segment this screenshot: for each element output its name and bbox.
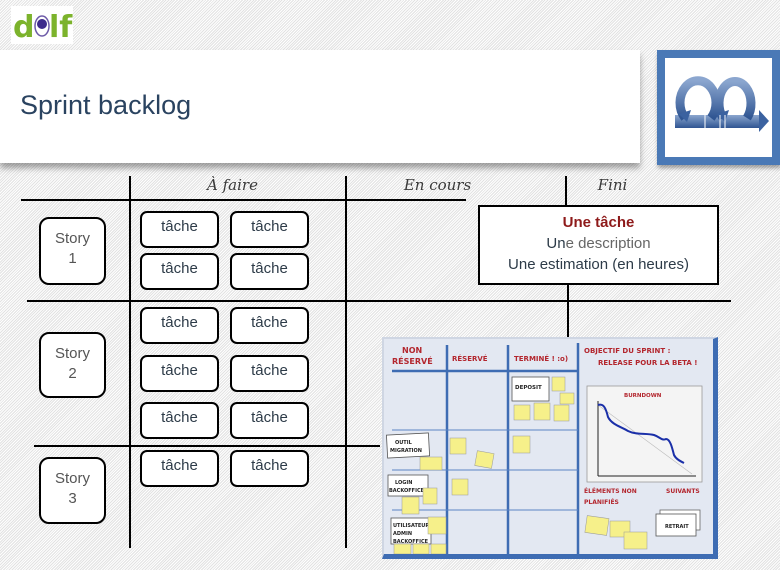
svg-text:ADMIN: ADMIN xyxy=(393,531,412,537)
row-divider-1 xyxy=(27,300,731,302)
story-label: Story xyxy=(54,470,90,487)
column-divider-3-top xyxy=(565,176,567,206)
svg-text:LOGIN: LOGIN xyxy=(395,480,412,486)
legend-description-bold: Un xyxy=(546,235,566,252)
legend-description-rest: e description xyxy=(565,235,651,252)
svg-text:lf: lf xyxy=(49,10,73,44)
delf-logo: d lf xyxy=(11,6,73,44)
svg-text:MIGRATION: MIGRATION xyxy=(390,448,422,454)
photo-next-item: RETRAIT xyxy=(665,524,689,530)
task-card[interactable]: tâche xyxy=(140,211,219,248)
photo-col-unreserved: NON xyxy=(402,346,422,355)
legend-description: Une description xyxy=(480,233,717,254)
task-card[interactable]: tâche xyxy=(230,450,309,487)
row-divider-2 xyxy=(34,445,380,447)
svg-text:OUTIL: OUTIL xyxy=(395,440,413,446)
header-divider xyxy=(21,199,339,201)
photo-burndown-title: BURNDOWN xyxy=(624,393,662,399)
svg-text:PLANIFIÉS: PLANIFIÉS xyxy=(584,498,619,506)
task-board-photo: NON RÉSERVÉ RÉSERVÉ TERMINÉ ! :o) OBJECT… xyxy=(382,337,718,559)
story-label: Story xyxy=(54,345,90,362)
task-card[interactable]: tâche xyxy=(140,253,219,290)
story-card-3[interactable]: Story 3 xyxy=(39,457,106,524)
column-header-in-progress: En cours xyxy=(403,176,472,194)
svg-text:BACKOFFICE: BACKOFFICE xyxy=(389,488,425,494)
header-divider-right xyxy=(339,199,466,201)
photo-col-reserved: RÉSERVÉ xyxy=(452,354,488,363)
story-number: 3 xyxy=(68,490,77,507)
task-card[interactable]: tâche xyxy=(230,402,309,439)
svg-text:d: d xyxy=(13,10,34,44)
story-card-1[interactable]: Story 1 xyxy=(39,217,106,285)
photo-objective: OBJECTIF DU SPRINT : xyxy=(584,347,671,355)
task-card[interactable]: tâche xyxy=(140,450,219,487)
svg-text:UTILISATEUR: UTILISATEUR xyxy=(393,523,429,529)
photo-col-done: TERMINÉ ! :o) xyxy=(514,354,568,363)
photo-next-label: SUIVANTS xyxy=(666,488,700,495)
svg-text:RÉSERVÉ: RÉSERVÉ xyxy=(392,355,433,366)
column-header-todo: À faire xyxy=(207,176,258,194)
story-card-2[interactable]: Story 2 xyxy=(39,332,106,398)
task-card[interactable]: tâche xyxy=(140,307,219,344)
legend-title: Une tâche xyxy=(562,214,635,231)
story-number: 1 xyxy=(68,250,77,267)
logo-mark: d lf xyxy=(13,10,73,44)
column-divider-2 xyxy=(345,176,347,548)
page-title: Sprint backlog xyxy=(20,90,192,120)
svg-text:RELEASE POUR LA BETA !: RELEASE POUR LA BETA ! xyxy=(598,359,697,367)
story-number: 2 xyxy=(68,365,77,382)
column-divider-3-bottom xyxy=(567,284,569,338)
task-card[interactable]: tâche xyxy=(230,211,309,248)
legend-estimation: Une estimation (en heures) xyxy=(508,256,689,273)
task-card[interactable]: tâche xyxy=(230,355,309,392)
photo-unplanned-label: ÉLÉMENTS NON xyxy=(584,487,637,495)
column-divider-1 xyxy=(129,176,131,548)
title-band: Sprint backlog xyxy=(0,50,640,163)
column-header-done: Fini xyxy=(597,176,628,194)
photo-story-deposit: DEPOSIT xyxy=(515,385,542,391)
task-card[interactable]: tâche xyxy=(230,253,309,290)
task-legend-card: Une tâche Une description Une estimation… xyxy=(478,205,719,285)
story-label: Story xyxy=(54,230,90,247)
iteration-cycle-icon xyxy=(657,50,780,165)
task-card[interactable]: tâche xyxy=(140,355,219,392)
task-card[interactable]: tâche xyxy=(230,307,309,344)
task-card[interactable]: tâche xyxy=(140,402,219,439)
